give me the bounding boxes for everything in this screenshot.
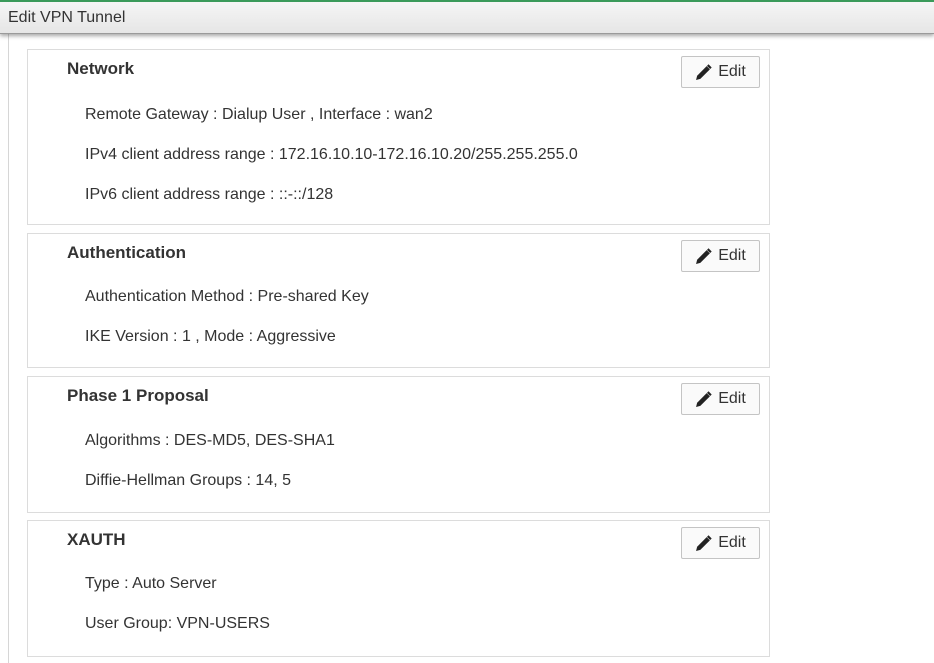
vpn-tunnel-panel: Network Edit Remote Gateway : Dialup Use… <box>8 34 934 663</box>
pencil-icon <box>695 63 712 81</box>
authentication-edit-button[interactable]: Edit <box>681 240 760 272</box>
section-title-network: Network <box>67 59 135 78</box>
phase1-proposal-section: Phase 1 Proposal Edit Algorithms : DES-M… <box>27 376 770 513</box>
xauth-type: Type : Auto Server <box>85 575 217 592</box>
edit-button-label: Edit <box>718 63 746 80</box>
phase1-dh-groups: Diffie-Hellman Groups : 14, 5 <box>85 472 292 489</box>
section-title-xauth: XAUTH <box>67 530 126 549</box>
pencil-icon <box>695 390 712 408</box>
network-remote-gateway: Remote Gateway : Dialup User , Interface… <box>85 106 433 123</box>
authentication-section: Authentication Edit Authentication Metho… <box>27 233 770 368</box>
authentication-method: Authentication Method : Pre-shared Key <box>85 288 369 305</box>
window-title: Edit VPN Tunnel <box>8 9 126 26</box>
pencil-icon <box>695 534 712 552</box>
network-section: Network Edit Remote Gateway : Dialup Use… <box>27 49 770 225</box>
phase1-algorithms: Algorithms : DES-MD5, DES-SHA1 <box>85 432 335 449</box>
network-ipv6-range: IPv6 client address range : ::-::/128 <box>85 186 334 203</box>
window-titlebar: Edit VPN Tunnel <box>0 0 934 34</box>
network-edit-button[interactable]: Edit <box>681 56 760 88</box>
section-title-authentication: Authentication <box>67 243 186 262</box>
ike-version-mode: IKE Version : 1 , Mode : Aggressive <box>85 328 336 345</box>
edit-button-label: Edit <box>718 247 746 264</box>
pencil-icon <box>695 247 712 265</box>
section-title-phase1: Phase 1 Proposal <box>67 386 209 405</box>
phase1-edit-button[interactable]: Edit <box>681 383 760 415</box>
edit-button-label: Edit <box>718 534 746 551</box>
xauth-edit-button[interactable]: Edit <box>681 527 760 559</box>
xauth-user-group: User Group: VPN-USERS <box>85 615 270 632</box>
network-ipv4-range: IPv4 client address range : 172.16.10.10… <box>85 146 578 163</box>
xauth-section: XAUTH Edit Type : Auto Server User Group… <box>27 520 770 657</box>
edit-button-label: Edit <box>718 390 746 407</box>
